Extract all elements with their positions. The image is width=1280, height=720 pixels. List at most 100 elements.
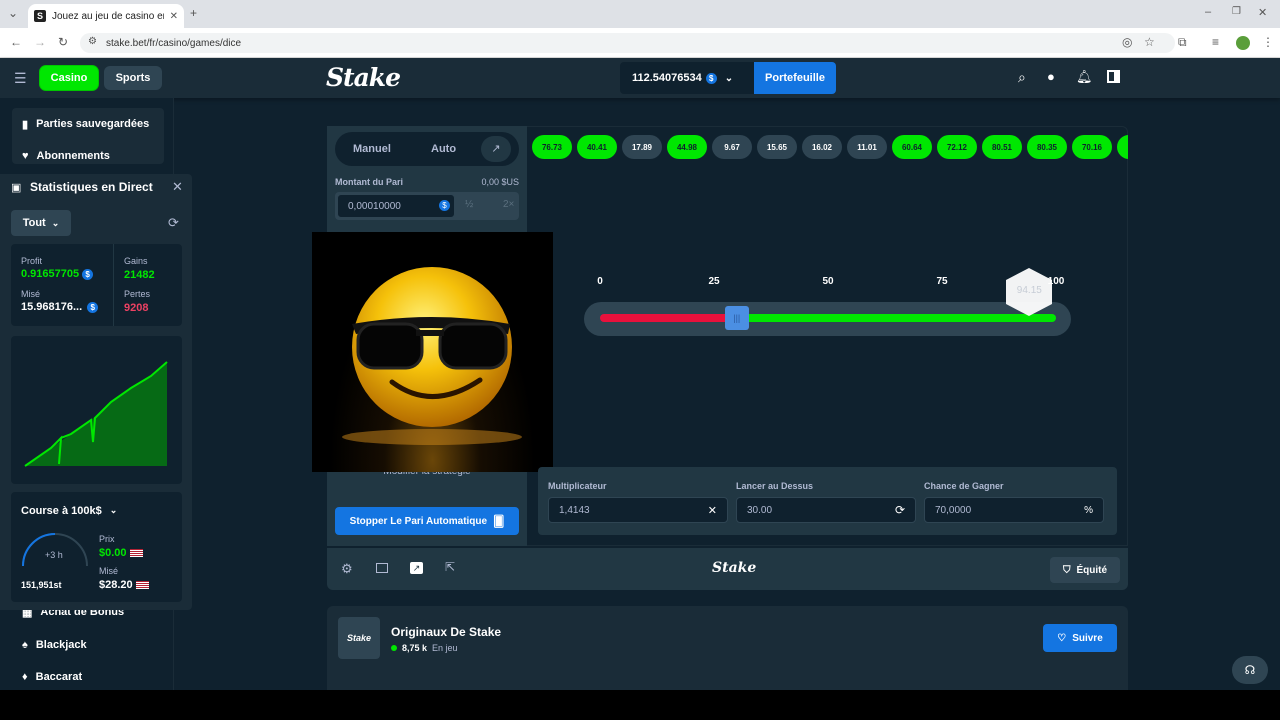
result-pill[interactable]: 44.98: [667, 135, 707, 159]
advanced-mode-icon[interactable]: ↗: [481, 136, 511, 162]
follow-button[interactable]: ♡ Suivre: [1043, 624, 1117, 652]
recent-results: 76.73 40.41 17.89 44.98 9.67 15.65 16.02 11.01 6…: [532, 135, 1128, 161]
sidebar-toggle-icon[interactable]: [1107, 70, 1120, 83]
sidebar-menu-block: ▮ Parties sauvegardées ♥ Abonnements: [12, 108, 164, 164]
stake-logo[interactable]: Stake: [326, 63, 401, 92]
race-card: Course à 100k$ ⌄ +3 h 151,951st Prix $0.…: [11, 492, 182, 602]
new-tab-icon[interactable]: +: [190, 6, 197, 20]
stats-chart-icon[interactable]: ↗: [410, 562, 423, 574]
extensions-icon[interactable]: ⧉: [1178, 35, 1187, 50]
us-flag-icon: [129, 549, 143, 557]
forward-icon[interactable]: →: [34, 35, 46, 49]
sidebar-item-blackjack[interactable]: ♠ Blackjack: [0, 631, 87, 659]
profit-row: 0.91657705 $: [21, 268, 94, 280]
players-status: En jeu: [432, 643, 458, 653]
sunglasses-emoji-icon: [342, 267, 522, 445]
url-field[interactable]: ⚙ stake.bet/fr/casino/games/dice: [80, 33, 1175, 53]
sidebar-item-baccarat[interactable]: ♦ Baccarat: [0, 663, 82, 691]
cards-icon: ♠: [22, 639, 28, 651]
close-window-icon[interactable]: ✕: [1258, 6, 1267, 19]
browser-menu-icon[interactable]: ⋮: [1262, 35, 1274, 49]
result-pill[interactable]: 80.35: [1027, 135, 1067, 159]
live-support-icon[interactable]: ☊: [1232, 656, 1268, 684]
double-button[interactable]: 2×: [503, 199, 514, 210]
url-text: stake.bet/fr/casino/games/dice: [106, 37, 242, 49]
sidebar-item-label: Parties sauvegardées: [36, 118, 150, 130]
reload-icon[interactable]: ↻: [58, 35, 68, 49]
theatre-mode-icon[interactable]: [376, 563, 388, 573]
chevron-down-icon: ⌄: [51, 217, 60, 228]
result-pill[interactable]: 17.89: [622, 135, 662, 159]
result-pill[interactable]: 72.12: [937, 135, 977, 159]
casino-button[interactable]: Casino: [40, 66, 98, 90]
half-button[interactable]: ½: [465, 199, 473, 210]
originals-title: Originaux De Stake: [391, 625, 502, 639]
reading-list-icon[interactable]: ≡: [1212, 35, 1219, 49]
multiplier-input[interactable]: 1,4143 ✕: [548, 497, 728, 523]
eye-off-icon[interactable]: ◎: [1122, 35, 1132, 49]
dice-params-panel: Multiplicateur 1,4143 ✕ Lancer au Dessus…: [538, 467, 1117, 535]
back-icon[interactable]: ←: [10, 35, 22, 49]
tab-manual[interactable]: Manuel: [353, 143, 391, 155]
win-chance-value: 70,0000: [935, 504, 972, 516]
stats-filter-dropdown[interactable]: Tout ⌄: [11, 210, 71, 236]
fairness-button[interactable]: ⛉ Équité: [1050, 557, 1120, 583]
result-pill[interactable]: 76.73: [532, 135, 572, 159]
result-pill[interactable]: 60.64: [892, 135, 932, 159]
roll-over-input[interactable]: 30.00 ⟳: [736, 497, 916, 523]
race-header[interactable]: Course à 100k$ ⌄: [21, 505, 117, 517]
slider-handle[interactable]: |||: [724, 306, 749, 330]
balance-selector[interactable]: 112.54076534 $ ⌄: [620, 62, 754, 94]
menu-icon[interactable]: ☰: [14, 70, 27, 87]
stats-title: Statistiques en Direct: [30, 180, 153, 194]
minimize-icon[interactable]: –: [1205, 6, 1211, 18]
profit-chart-graphic: [24, 361, 168, 467]
bookmark-icon: ▮: [22, 118, 29, 131]
sports-button[interactable]: Sports: [104, 66, 162, 90]
result-pill[interactable]: 80.51: [982, 135, 1022, 159]
sidebar-item-label: Abonnements: [36, 150, 110, 162]
result-pill[interactable]: 40.41: [577, 135, 617, 159]
search-icon[interactable]: ⌕: [1018, 69, 1026, 86]
result-pill[interactable]: 94: [1117, 135, 1128, 159]
sidebar-item-subscriptions[interactable]: ♥ Abonnements: [12, 142, 164, 170]
us-flag-icon: [135, 581, 149, 589]
stake-favicon-icon: S: [34, 10, 46, 22]
emoji-overlay-image: [312, 232, 553, 472]
swap-icon[interactable]: ⟳: [895, 503, 905, 517]
user-icon[interactable]: ●: [1047, 69, 1055, 84]
refresh-icon[interactable]: ⟳: [168, 215, 179, 231]
browser-tab[interactable]: S Jouez au jeu de casino en ligne ✕: [28, 4, 184, 28]
wallet-button[interactable]: Portefeuille: [754, 62, 836, 94]
win-chance-label: Chance de Gagner: [924, 481, 1004, 491]
close-tab-icon[interactable]: ✕: [170, 11, 178, 22]
restore-icon[interactable]: ❐: [1232, 6, 1241, 17]
race-wagered-row: $28.20: [99, 579, 149, 591]
settings-icon[interactable]: ⚙: [341, 561, 353, 577]
result-pill[interactable]: 15.65: [757, 135, 797, 159]
result-pill[interactable]: 11.01: [847, 135, 887, 159]
bookmark-star-icon[interactable]: ☆: [1144, 35, 1155, 49]
close-icon[interactable]: ✕: [172, 179, 183, 195]
heart-icon: ♡: [1057, 632, 1067, 644]
win-chance-input[interactable]: 70,0000 %: [924, 497, 1104, 523]
bell-icon[interactable]: 🔔︎: [1076, 69, 1093, 85]
stats-summary-card: Profit 0.91657705 $ Misé 15.968176... $ …: [11, 244, 182, 326]
race-wagered-value: $28.20: [99, 579, 133, 591]
bet-amount-input[interactable]: 0,00010000: [337, 194, 455, 218]
tab-auto[interactable]: Auto: [431, 143, 456, 155]
result-pill[interactable]: 9.67: [712, 135, 752, 159]
profile-avatar[interactable]: [1236, 36, 1250, 50]
result-pill[interactable]: 70.16: [1072, 135, 1112, 159]
popout-icon[interactable]: ⇱: [445, 560, 455, 574]
stop-autobet-button[interactable]: Stopper Le Pari Automatique 🂠: [335, 507, 519, 535]
stake-originals-section: Stake Originaux De Stake 8,75 k En jeu ♡…: [327, 606, 1128, 696]
baccarat-icon: ♦: [22, 671, 28, 683]
site-info-icon[interactable]: ⚙: [88, 36, 97, 47]
slider-lose-zone: [600, 314, 737, 322]
tab-list-icon[interactable]: ⌄: [8, 6, 18, 20]
sidebar-item-saved[interactable]: ▮ Parties sauvegardées: [12, 110, 164, 138]
result-pill[interactable]: 16.02: [802, 135, 842, 159]
browser-tab-bar: ⌄ S Jouez au jeu de casino en ligne ✕ + …: [0, 0, 1280, 28]
currency-icon: $: [705, 72, 717, 84]
